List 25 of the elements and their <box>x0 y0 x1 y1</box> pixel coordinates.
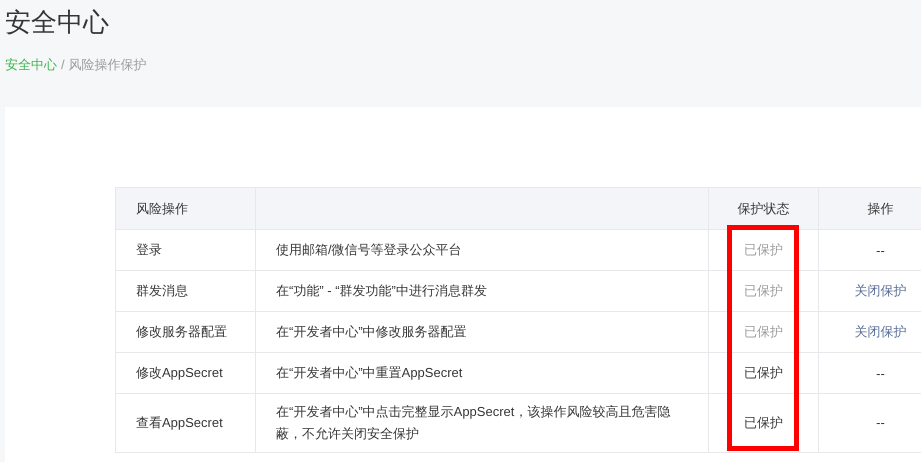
table-cell: 登录 <box>116 230 256 270</box>
breadcrumb-separator: / <box>61 56 65 74</box>
page-title: 安全中心 <box>4 6 110 38</box>
table-cell: 查看AppSecret <box>116 394 256 452</box>
table-cell: 使用邮箱/微信号等登录公众平台 <box>256 230 708 270</box>
disable-protection-link[interactable]: 关闭保护 <box>854 324 906 339</box>
table-cell: -- <box>876 415 885 430</box>
table-cell: 在“开发者中心”中修改服务器配置 <box>256 312 708 352</box>
column-header: 保护状态 <box>708 188 818 230</box>
status-cell: 已保护 <box>708 312 818 352</box>
breadcrumb-current: 风险操作保护 <box>68 56 147 74</box>
table-cell: 在“功能” - “群发功能”中进行消息群发 <box>256 270 708 312</box>
table-cell: -- <box>876 366 885 380</box>
table-cell: 在“开发者中心”中点击完整显示AppSecret，该操作风险较高且危害隐蔽，不允许关闭安全保护 <box>256 394 708 452</box>
disable-protection-link[interactable]: 关闭保护 <box>854 283 906 298</box>
table-cell: 修改服务器配置 <box>116 312 256 352</box>
table-cell: 群发消息 <box>116 270 256 312</box>
column-header: 风险操作 <box>116 188 256 230</box>
table-cell: 修改AppSecret <box>116 352 256 394</box>
table-cell: -- <box>876 242 885 258</box>
status-cell: 已保护 <box>708 394 818 452</box>
status-cell: 已保护 <box>708 352 818 394</box>
column-header: 操作 <box>818 188 921 230</box>
status-cell: 已保护 <box>708 270 818 312</box>
table-cell: 在“开发者中心”中重置AppSecret <box>256 352 708 394</box>
